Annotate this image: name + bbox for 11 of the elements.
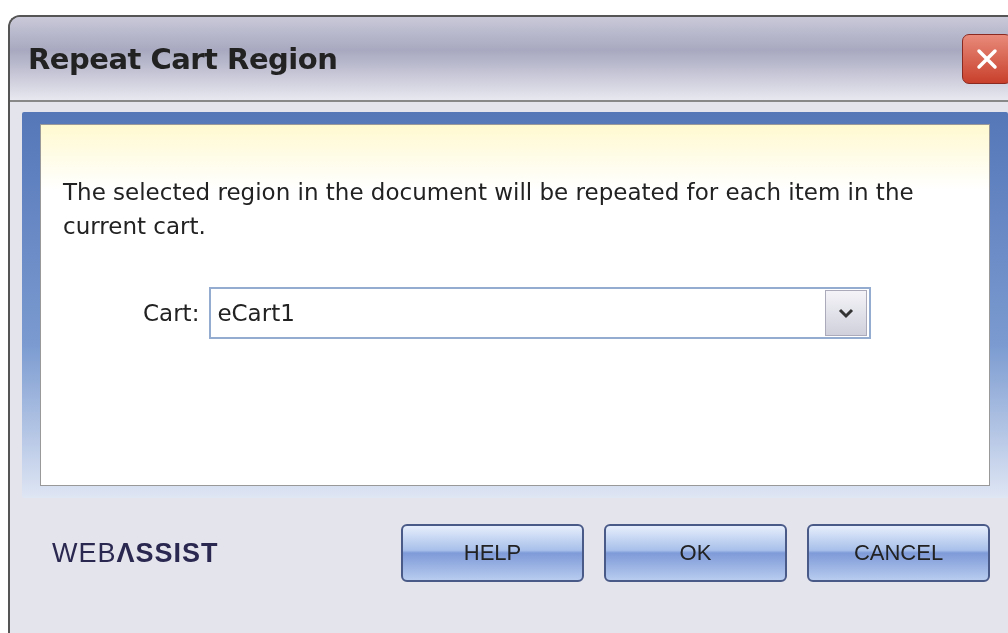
cart-label: Cart:: [143, 300, 200, 326]
logo: WEBΛSSIST: [52, 537, 219, 569]
description-text: The selected region in the document will be repeated for each item in the current cart.: [63, 178, 915, 241]
cart-dropdown[interactable]: eCart1: [209, 287, 872, 339]
close-button[interactable]: [962, 33, 1008, 84]
chevron-down-icon: [837, 307, 856, 319]
dropdown-button[interactable]: [825, 290, 868, 336]
dialog-button[interactable]: HELP: [401, 524, 584, 582]
dialog-button[interactable]: OK: [604, 524, 787, 582]
window-title: Repeat Cart Region: [28, 41, 338, 76]
dialog-button[interactable]: CANCEL: [807, 524, 990, 582]
